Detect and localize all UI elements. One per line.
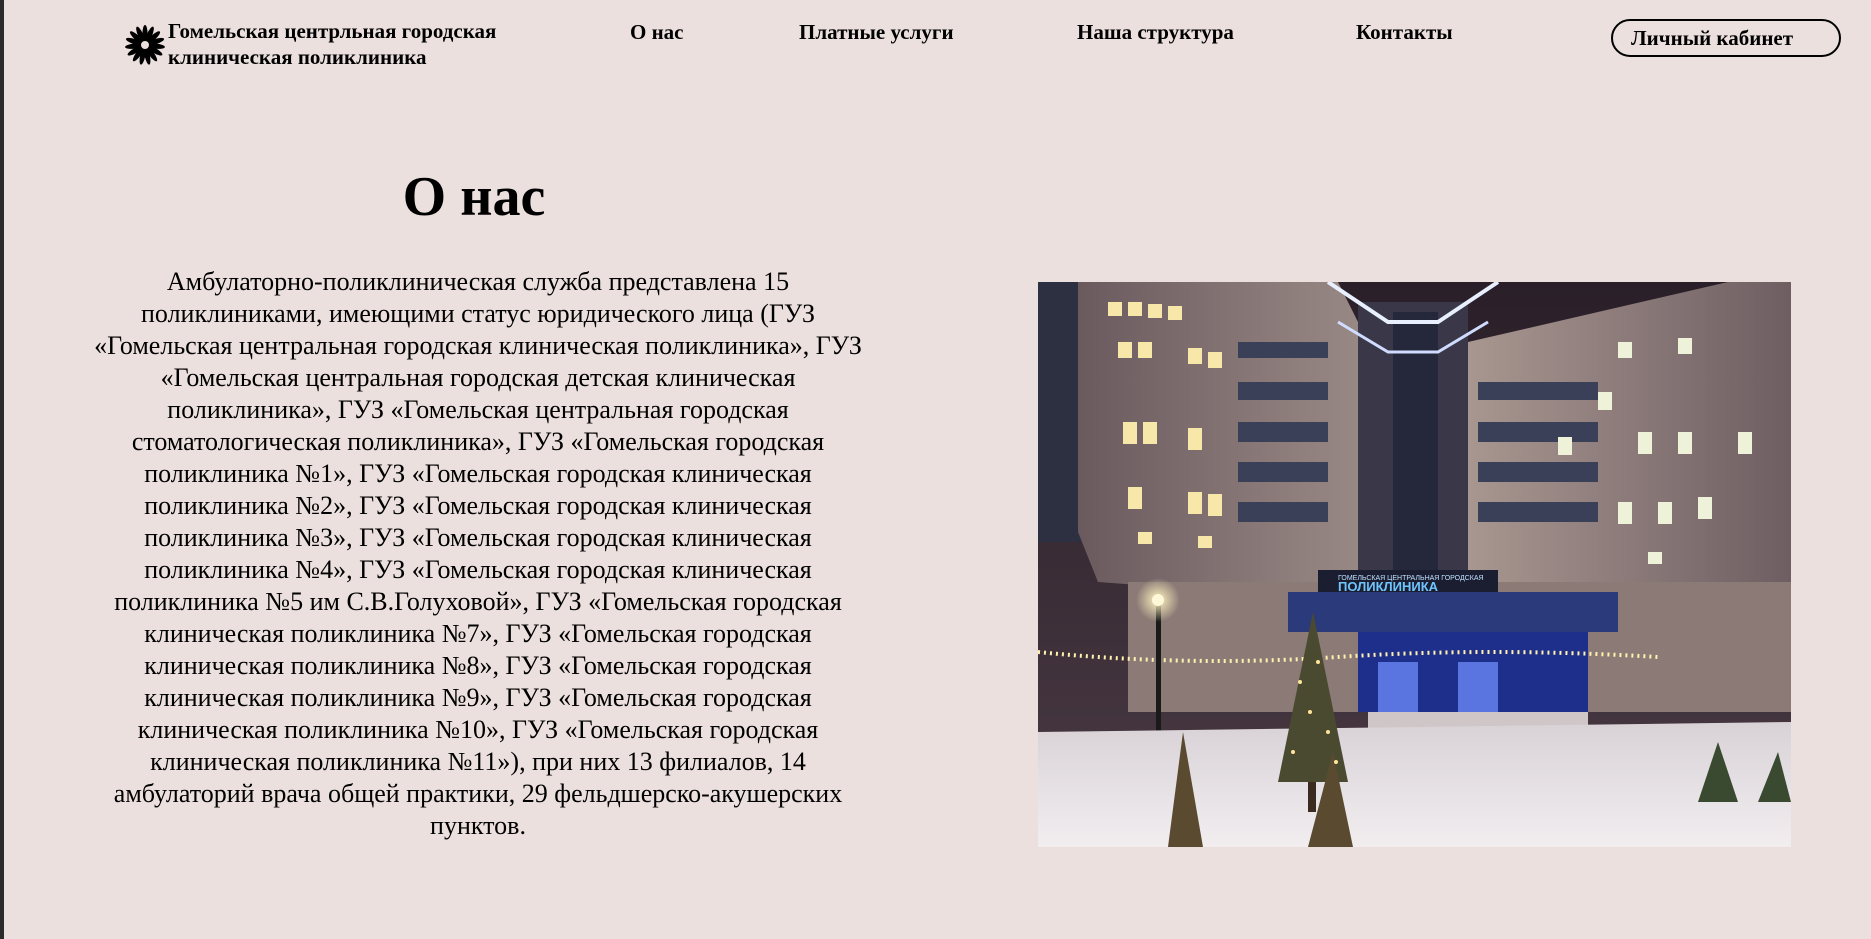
personal-account-button[interactable]: Личный кабинет	[1611, 19, 1841, 57]
flower-icon	[125, 25, 165, 65]
page-title: О нас	[402, 166, 546, 228]
brand-name: Гомельская центрльная городская клиничес…	[168, 19, 497, 69]
photo-sign-large: ПОЛИКЛИНИКА	[1338, 579, 1439, 594]
clinic-building-photo: ГОМЕЛЬСКАЯ ЦЕНТРАЛЬНАЯ ГОРОДСКАЯ ПОЛИКЛИ…	[1038, 282, 1791, 847]
brand[interactable]: Гомельская центрльная городская клиничес…	[124, 18, 568, 70]
about-text: Амбулаторно-поликлиническая служба предс…	[94, 267, 862, 840]
page: Гомельская центрльная городская клиничес…	[0, 0, 1871, 939]
nav-about[interactable]: О нас	[630, 19, 684, 45]
nav-contacts[interactable]: Контакты	[1356, 19, 1453, 45]
nav-structure[interactable]: Наша структура	[1077, 19, 1234, 45]
nav-paid-services[interactable]: Платные услуги	[799, 19, 954, 45]
site-header: Гомельская центрльная городская клиничес…	[4, 0, 1871, 90]
